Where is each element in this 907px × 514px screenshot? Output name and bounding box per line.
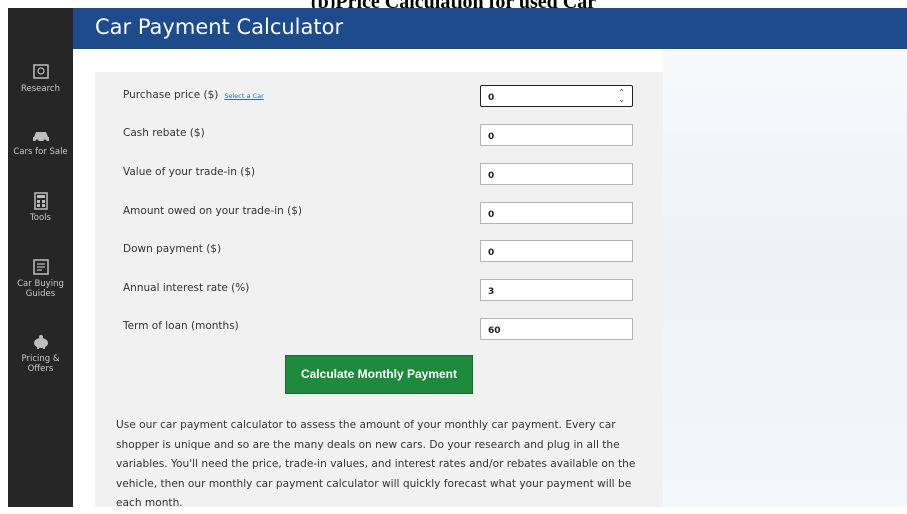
- page-header: Car Payment Calculator: [73, 8, 907, 49]
- loan-term-label: Term of loan (months): [123, 320, 239, 332]
- sidebar-item-label: Cars for Sale: [13, 147, 68, 157]
- description-text: Use our car payment calculator to assess…: [116, 419, 636, 509]
- sidebar-item-label: Pricing & Offers: [21, 354, 60, 374]
- page-title: Car Payment Calculator: [95, 15, 344, 39]
- sidebar-item-cars-for-sale[interactable]: Cars for Sale: [8, 126, 73, 157]
- chevron-down-icon[interactable]: ⌄: [618, 95, 625, 104]
- loan-term-input[interactable]: 60: [480, 318, 633, 340]
- down-payment-input[interactable]: 0: [480, 240, 633, 262]
- sidebar: Research Cars for Sale Tools Car Buying …: [8, 8, 73, 507]
- research-icon: [32, 64, 49, 79]
- sidebar-item-tools[interactable]: Tools: [8, 192, 73, 223]
- trade-in-value-label: Value of your trade-in ($): [123, 166, 256, 178]
- sidebar-item-label: Tools: [30, 213, 51, 223]
- select-a-car-link[interactable]: Select a Car: [224, 92, 263, 100]
- background-image: [663, 49, 907, 507]
- sidebar-item-research[interactable]: Research: [8, 63, 73, 94]
- cash-rebate-label: Cash rebate ($): [123, 127, 205, 139]
- cash-rebate-input[interactable]: 0: [480, 124, 633, 146]
- amount-owed-input[interactable]: 0: [480, 202, 633, 224]
- interest-rate-label: Annual interest rate (%): [123, 282, 250, 294]
- calculate-monthly-payment-button[interactable]: Calculate Monthly Payment: [285, 355, 473, 394]
- car-icon: [32, 132, 49, 143]
- number-spinner[interactable]: ⌃ ⌄: [618, 89, 625, 104]
- sidebar-item-car-buying-guides[interactable]: Car Buying Guides: [8, 258, 73, 299]
- guide-icon: [32, 259, 49, 275]
- purchase-price-label: Purchase price ($) Select a Car: [123, 89, 264, 101]
- purchase-price-input[interactable]: 0 ⌃ ⌄: [480, 85, 633, 107]
- amount-owed-label: Amount owed on your trade-in ($): [123, 205, 303, 217]
- sidebar-item-pricing-offers[interactable]: Pricing & Offers: [8, 333, 73, 374]
- piggy-bank-icon: [33, 335, 48, 349]
- purchase-price-value: 0: [488, 93, 495, 103]
- calculator-icon: [33, 192, 48, 210]
- trade-in-value-input[interactable]: 0: [480, 163, 633, 185]
- purchase-price-label-text: Purchase price ($): [123, 89, 219, 101]
- down-payment-label: Down payment ($): [123, 243, 222, 255]
- interest-rate-input[interactable]: 3: [480, 279, 633, 301]
- sidebar-item-label: Car Buying Guides: [17, 279, 64, 299]
- sidebar-item-label: Research: [21, 84, 60, 94]
